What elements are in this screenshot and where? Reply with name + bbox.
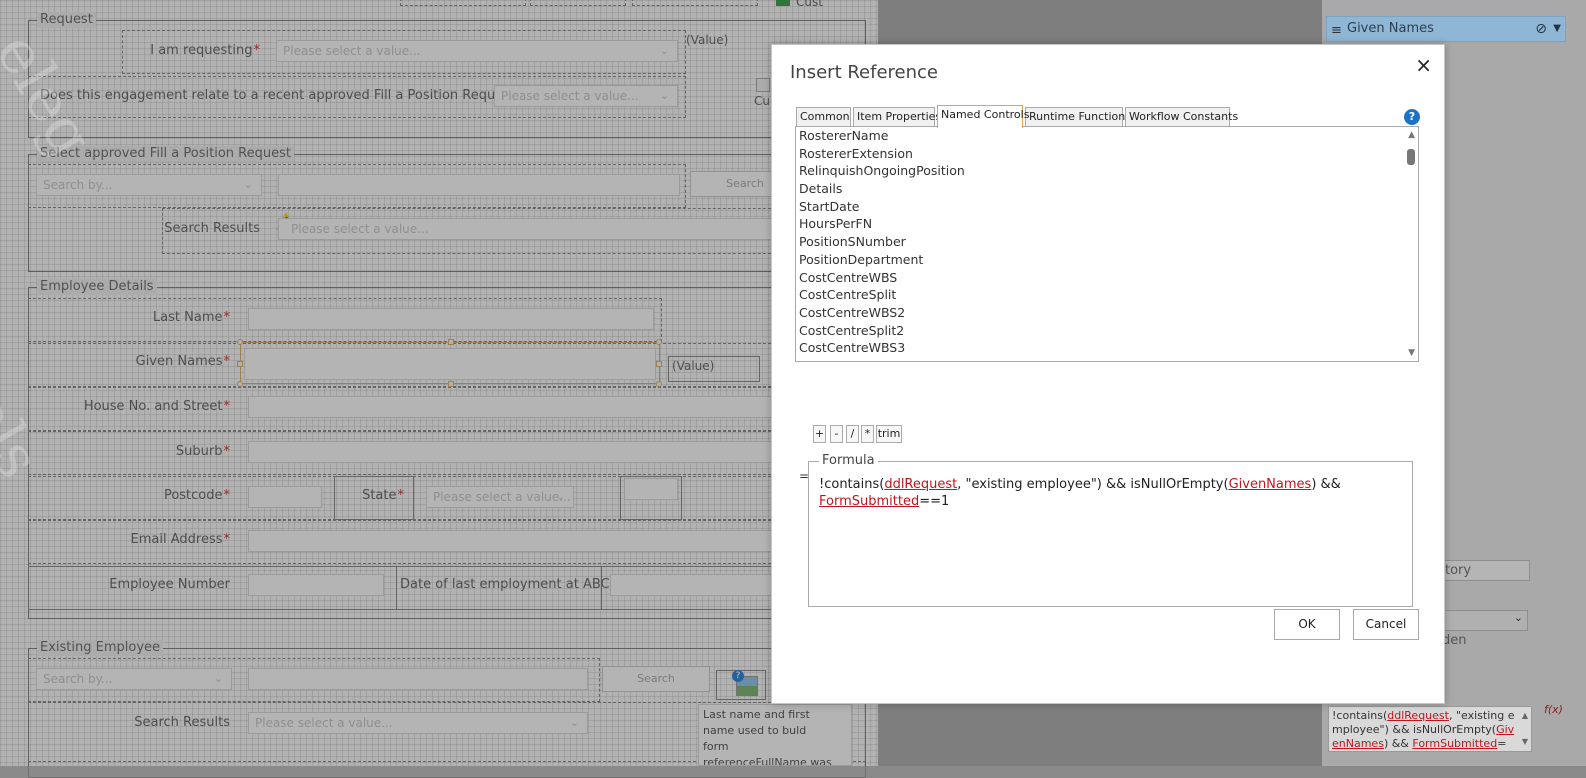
- close-icon[interactable]: ×: [1415, 55, 1432, 75]
- scrollbar-thumb[interactable]: [1407, 149, 1415, 165]
- plus-operator-button[interactable]: +: [813, 425, 826, 443]
- insert-reference-dialog: Insert Reference × Common Item Propertie…: [771, 44, 1445, 704]
- formula-text[interactable]: !contains(ddlRequest, "existing employee…: [819, 476, 1404, 510]
- formula-editor-icon[interactable]: f(x): [1544, 703, 1563, 716]
- named-controls-list[interactable]: RostererName RostererExtension Relinquis…: [795, 126, 1419, 362]
- drag-handle-icon: ≡: [1331, 23, 1342, 38]
- list-item[interactable]: PositionSNumber: [796, 233, 1418, 251]
- visibility-formula-field[interactable]: !contains(ddlRequest, "existing e mploye…: [1328, 706, 1532, 752]
- list-item[interactable]: RostererExtension: [796, 145, 1418, 163]
- dropdown-arrow-icon[interactable]: ▼: [1553, 17, 1561, 41]
- divide-operator-button[interactable]: /: [846, 425, 859, 443]
- ok-button[interactable]: OK: [1274, 609, 1340, 640]
- list-item[interactable]: PositionDepartment: [796, 251, 1418, 269]
- cancel-button[interactable]: Cancel: [1353, 609, 1419, 640]
- ref-formsubmitted[interactable]: FormSubmitted: [819, 494, 919, 509]
- tab-runtime-functions[interactable]: Runtime Functions: [1025, 107, 1131, 127]
- ref-ddlrequest[interactable]: ddlRequest: [1387, 709, 1449, 722]
- list-item[interactable]: CostCentreWBS: [796, 269, 1418, 287]
- list-item[interactable]: HoursPerFN: [796, 215, 1418, 233]
- tab-item-properties[interactable]: Item Properties: [853, 107, 941, 127]
- form-design-canvas[interactable]: Cust Request I am requesting* Please sel…: [0, 0, 878, 778]
- trim-function-button[interactable]: trim: [876, 425, 902, 443]
- hidden-label: den: [1442, 633, 1467, 648]
- ref-givennames[interactable]: GivenNames: [1229, 477, 1312, 492]
- clear-icon[interactable]: ⊘: [1535, 17, 1547, 41]
- scroll-up-icon[interactable]: ▲: [1522, 709, 1528, 723]
- list-item[interactable]: RostererName: [796, 127, 1418, 145]
- tab-named-controls[interactable]: Named Controls: [937, 105, 1029, 128]
- minus-operator-button[interactable]: -: [830, 425, 843, 443]
- help-icon[interactable]: ?: [1404, 109, 1420, 125]
- scroll-down-icon[interactable]: ▼: [1522, 735, 1528, 749]
- list-item[interactable]: StartDate: [796, 198, 1418, 216]
- list-item[interactable]: CostCentreWBS3: [796, 339, 1418, 357]
- formula-legend: Formula: [819, 453, 878, 468]
- ref-formsubmitted[interactable]: FormSubmitted: [1412, 737, 1497, 750]
- list-item[interactable]: RelinquishOngoingPosition: [796, 162, 1418, 180]
- modal-overlay-shade: [0, 0, 878, 766]
- ref-ddlrequest[interactable]: ddlRequest: [884, 477, 957, 492]
- chevron-down-icon: ⌄: [1513, 611, 1523, 624]
- list-item[interactable]: CostCentreSplit2: [796, 322, 1418, 340]
- dialog-title: Insert Reference: [790, 62, 938, 83]
- list-item[interactable]: CostCentreWBS2: [796, 304, 1418, 322]
- multiply-operator-button[interactable]: *: [861, 425, 874, 443]
- formula-editor[interactable]: Formula !contains(ddlRequest, "existing …: [808, 453, 1413, 607]
- scroll-down-icon[interactable]: ▼: [1408, 348, 1415, 358]
- tab-common[interactable]: Common: [796, 107, 851, 127]
- scroll-up-icon[interactable]: ▲: [1408, 130, 1415, 140]
- tab-workflow-constants[interactable]: Workflow Constants: [1125, 107, 1238, 127]
- list-item[interactable]: Details: [796, 180, 1418, 198]
- list-item[interactable]: CostCentreSplit: [796, 286, 1418, 304]
- selected-control-item[interactable]: ≡ Given Names ⊘ ▼: [1326, 16, 1566, 42]
